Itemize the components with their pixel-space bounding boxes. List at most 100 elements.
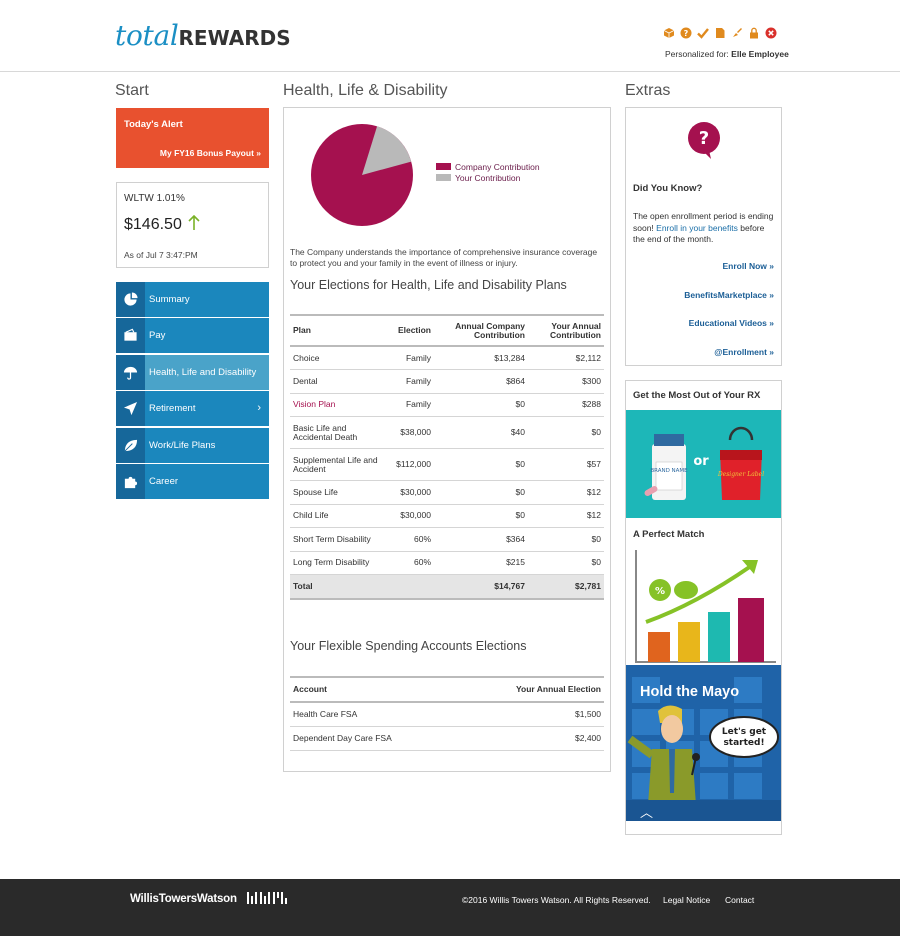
total-rewards-logo[interactable]: totalREWARDS bbox=[115, 20, 291, 54]
umbrella-icon bbox=[116, 354, 145, 390]
table-cell: Dependent Day Care FSA bbox=[290, 726, 458, 751]
table-cell: 60% bbox=[382, 551, 434, 575]
table-cell: $40 bbox=[434, 416, 528, 449]
box-icon[interactable] bbox=[662, 26, 675, 39]
table-cell: Basic Life and Accidental Death bbox=[290, 416, 382, 449]
start-title: Start bbox=[115, 82, 149, 99]
table-cell: Total bbox=[290, 574, 382, 600]
question-bubble-icon: ? bbox=[688, 122, 720, 159]
fsa-heading: Your Flexible Spending Accounts Election… bbox=[290, 639, 527, 653]
growth-chart-illustration: % bbox=[635, 550, 776, 663]
rx-illustration: BRAND NAME or Designer Label bbox=[644, 426, 764, 500]
nav-label: Summary bbox=[149, 294, 190, 305]
table-cell: $864 bbox=[434, 369, 528, 394]
svg-text:?: ? bbox=[683, 29, 688, 38]
stock-widget: WLTW 1.01% $146.50 As of Jul 7 3:47:PM bbox=[116, 182, 269, 268]
table-cell: Dental bbox=[290, 369, 382, 394]
health-page-title: Health, Life & Disability bbox=[283, 82, 448, 99]
table-row: Short Term Disability 60% $364 $0 bbox=[290, 527, 604, 552]
table-cell: Child Life bbox=[290, 504, 382, 528]
paper-plane-icon bbox=[116, 391, 145, 427]
elections-heading: Your Elections for Health, Life and Disa… bbox=[290, 278, 567, 292]
enroll-now-link[interactable]: Enroll Now » bbox=[723, 261, 774, 271]
table-row: Vision Plan Family $0 $288 bbox=[290, 393, 604, 417]
svg-text:Let's get: Let's get bbox=[722, 727, 767, 737]
wallet-icon bbox=[116, 318, 145, 354]
copyright: ©2016 Willis Towers Watson. All Rights R… bbox=[462, 895, 651, 905]
table-cell: Short Term Disability bbox=[290, 527, 382, 552]
nav-item-health-life-disability[interactable]: Health, Life and Disability bbox=[116, 354, 269, 390]
contribution-pie-chart bbox=[311, 124, 413, 226]
table-row: Dependent Day Care FSA $2,400 bbox=[290, 726, 604, 751]
logo-rewards: REWARDS bbox=[178, 26, 291, 50]
perfect-match-title: A Perfect Match bbox=[633, 529, 705, 540]
help-icon[interactable]: ? bbox=[679, 26, 692, 39]
legend-item-company: Company Contribution bbox=[436, 161, 540, 172]
sidebar-nav: Summary Pay Health, Life and Disability … bbox=[116, 282, 269, 500]
chevron-right-icon: › bbox=[257, 402, 261, 415]
nav-item-work-life-plans[interactable]: Work/Life Plans bbox=[116, 427, 269, 463]
table-header-row: Plan Election Annual Company Contributio… bbox=[290, 314, 604, 347]
perfect-match-image[interactable]: % bbox=[626, 544, 781, 664]
table-cell: $364 bbox=[434, 527, 528, 552]
legend-label: Company Contribution bbox=[455, 161, 540, 172]
document-icon[interactable] bbox=[713, 26, 726, 39]
extras-title: Extras bbox=[625, 82, 671, 99]
contact-link[interactable]: Contact bbox=[725, 895, 754, 905]
column-header: Account bbox=[290, 676, 458, 703]
pie-legend: Company Contribution Your Contribution bbox=[436, 161, 540, 183]
chevron-up-icon[interactable]: ︿ bbox=[640, 802, 653, 821]
personalized-prefix: Personalized for: bbox=[665, 49, 729, 59]
personalized-for: Personalized for: Elle Employee bbox=[665, 49, 789, 59]
header: totalREWARDS ? Personalized for: Elle Em… bbox=[0, 0, 900, 72]
svg-text:started!: started! bbox=[723, 738, 764, 748]
check-icon[interactable] bbox=[696, 26, 709, 39]
leaf-icon bbox=[116, 427, 145, 463]
enroll-benefits-link[interactable]: Enroll in your benefits bbox=[656, 223, 738, 233]
nav-item-retirement[interactable]: Retirement › bbox=[116, 391, 269, 427]
todays-alert-card[interactable]: Today's Alert My FY16 Bonus Payout » bbox=[116, 108, 269, 168]
bonus-payout-link[interactable]: My FY16 Bonus Payout » bbox=[160, 148, 261, 158]
rx-promo-image[interactable]: BRAND NAME or Designer Label bbox=[626, 410, 781, 518]
nav-item-pay[interactable]: Pay bbox=[116, 318, 269, 354]
nav-label: Career bbox=[149, 475, 179, 487]
enrollment-link[interactable]: @Enrollment » bbox=[714, 347, 774, 357]
table-cell: Choice bbox=[290, 346, 382, 370]
table-cell: $300 bbox=[528, 369, 604, 394]
nav-label: Retirement bbox=[149, 403, 196, 415]
enrollment-message: The open enrollment period is ending soo… bbox=[633, 211, 778, 246]
nav-label: Work/Life Plans bbox=[149, 439, 216, 451]
table-row: Supplemental Life and Accident $112,000 $0… bbox=[290, 448, 604, 481]
close-icon[interactable] bbox=[764, 26, 777, 39]
legal-notice-link[interactable]: Legal Notice bbox=[663, 895, 710, 905]
nav-item-career[interactable]: Career bbox=[116, 463, 269, 499]
table-cell: $215 bbox=[434, 551, 528, 575]
table-row: Long Term Disability 60% $215 $0 bbox=[290, 551, 604, 575]
table-cell: $0 bbox=[434, 448, 528, 481]
table-cell: Spouse Life bbox=[290, 480, 382, 505]
table-cell: $0 bbox=[528, 416, 604, 449]
table-cell: $13,284 bbox=[434, 346, 528, 370]
svg-text:?: ? bbox=[699, 128, 709, 149]
table-cell: $2,112 bbox=[528, 346, 604, 370]
column-header: Annual Company Contribution bbox=[434, 314, 528, 347]
table-cell: $57 bbox=[528, 448, 604, 481]
scroll-up-bar[interactable]: ︿ bbox=[626, 800, 781, 821]
coverage-description: The Company understands the importance o… bbox=[290, 247, 598, 268]
table-cell: $288 bbox=[528, 393, 604, 417]
benefits-marketplace-link[interactable]: BenefitsMarketplace » bbox=[684, 290, 774, 300]
table-cell: $0 bbox=[434, 480, 528, 505]
footer: WillisTowersWatson ©2016 Willis Towers W… bbox=[0, 879, 900, 936]
table-row: Spouse Life $30,000 $0 $12 bbox=[290, 480, 604, 505]
lock-icon[interactable] bbox=[747, 26, 760, 39]
column-header: Your Annual Contribution bbox=[528, 314, 604, 347]
nav-item-summary[interactable]: Summary bbox=[116, 282, 269, 317]
table-cell: Family bbox=[382, 393, 434, 417]
brush-icon[interactable] bbox=[730, 26, 743, 39]
table-cell: $112,000 bbox=[382, 448, 434, 481]
educational-videos-link[interactable]: Educational Videos » bbox=[689, 318, 774, 328]
table-cell: Health Care FSA bbox=[290, 702, 458, 727]
promo-panel: Get the Most Out of Your RX BRAND NAME o… bbox=[625, 380, 782, 835]
brand-label: BRAND NAME bbox=[650, 468, 688, 474]
total-row: Total $14,767 $2,781 bbox=[290, 574, 604, 600]
